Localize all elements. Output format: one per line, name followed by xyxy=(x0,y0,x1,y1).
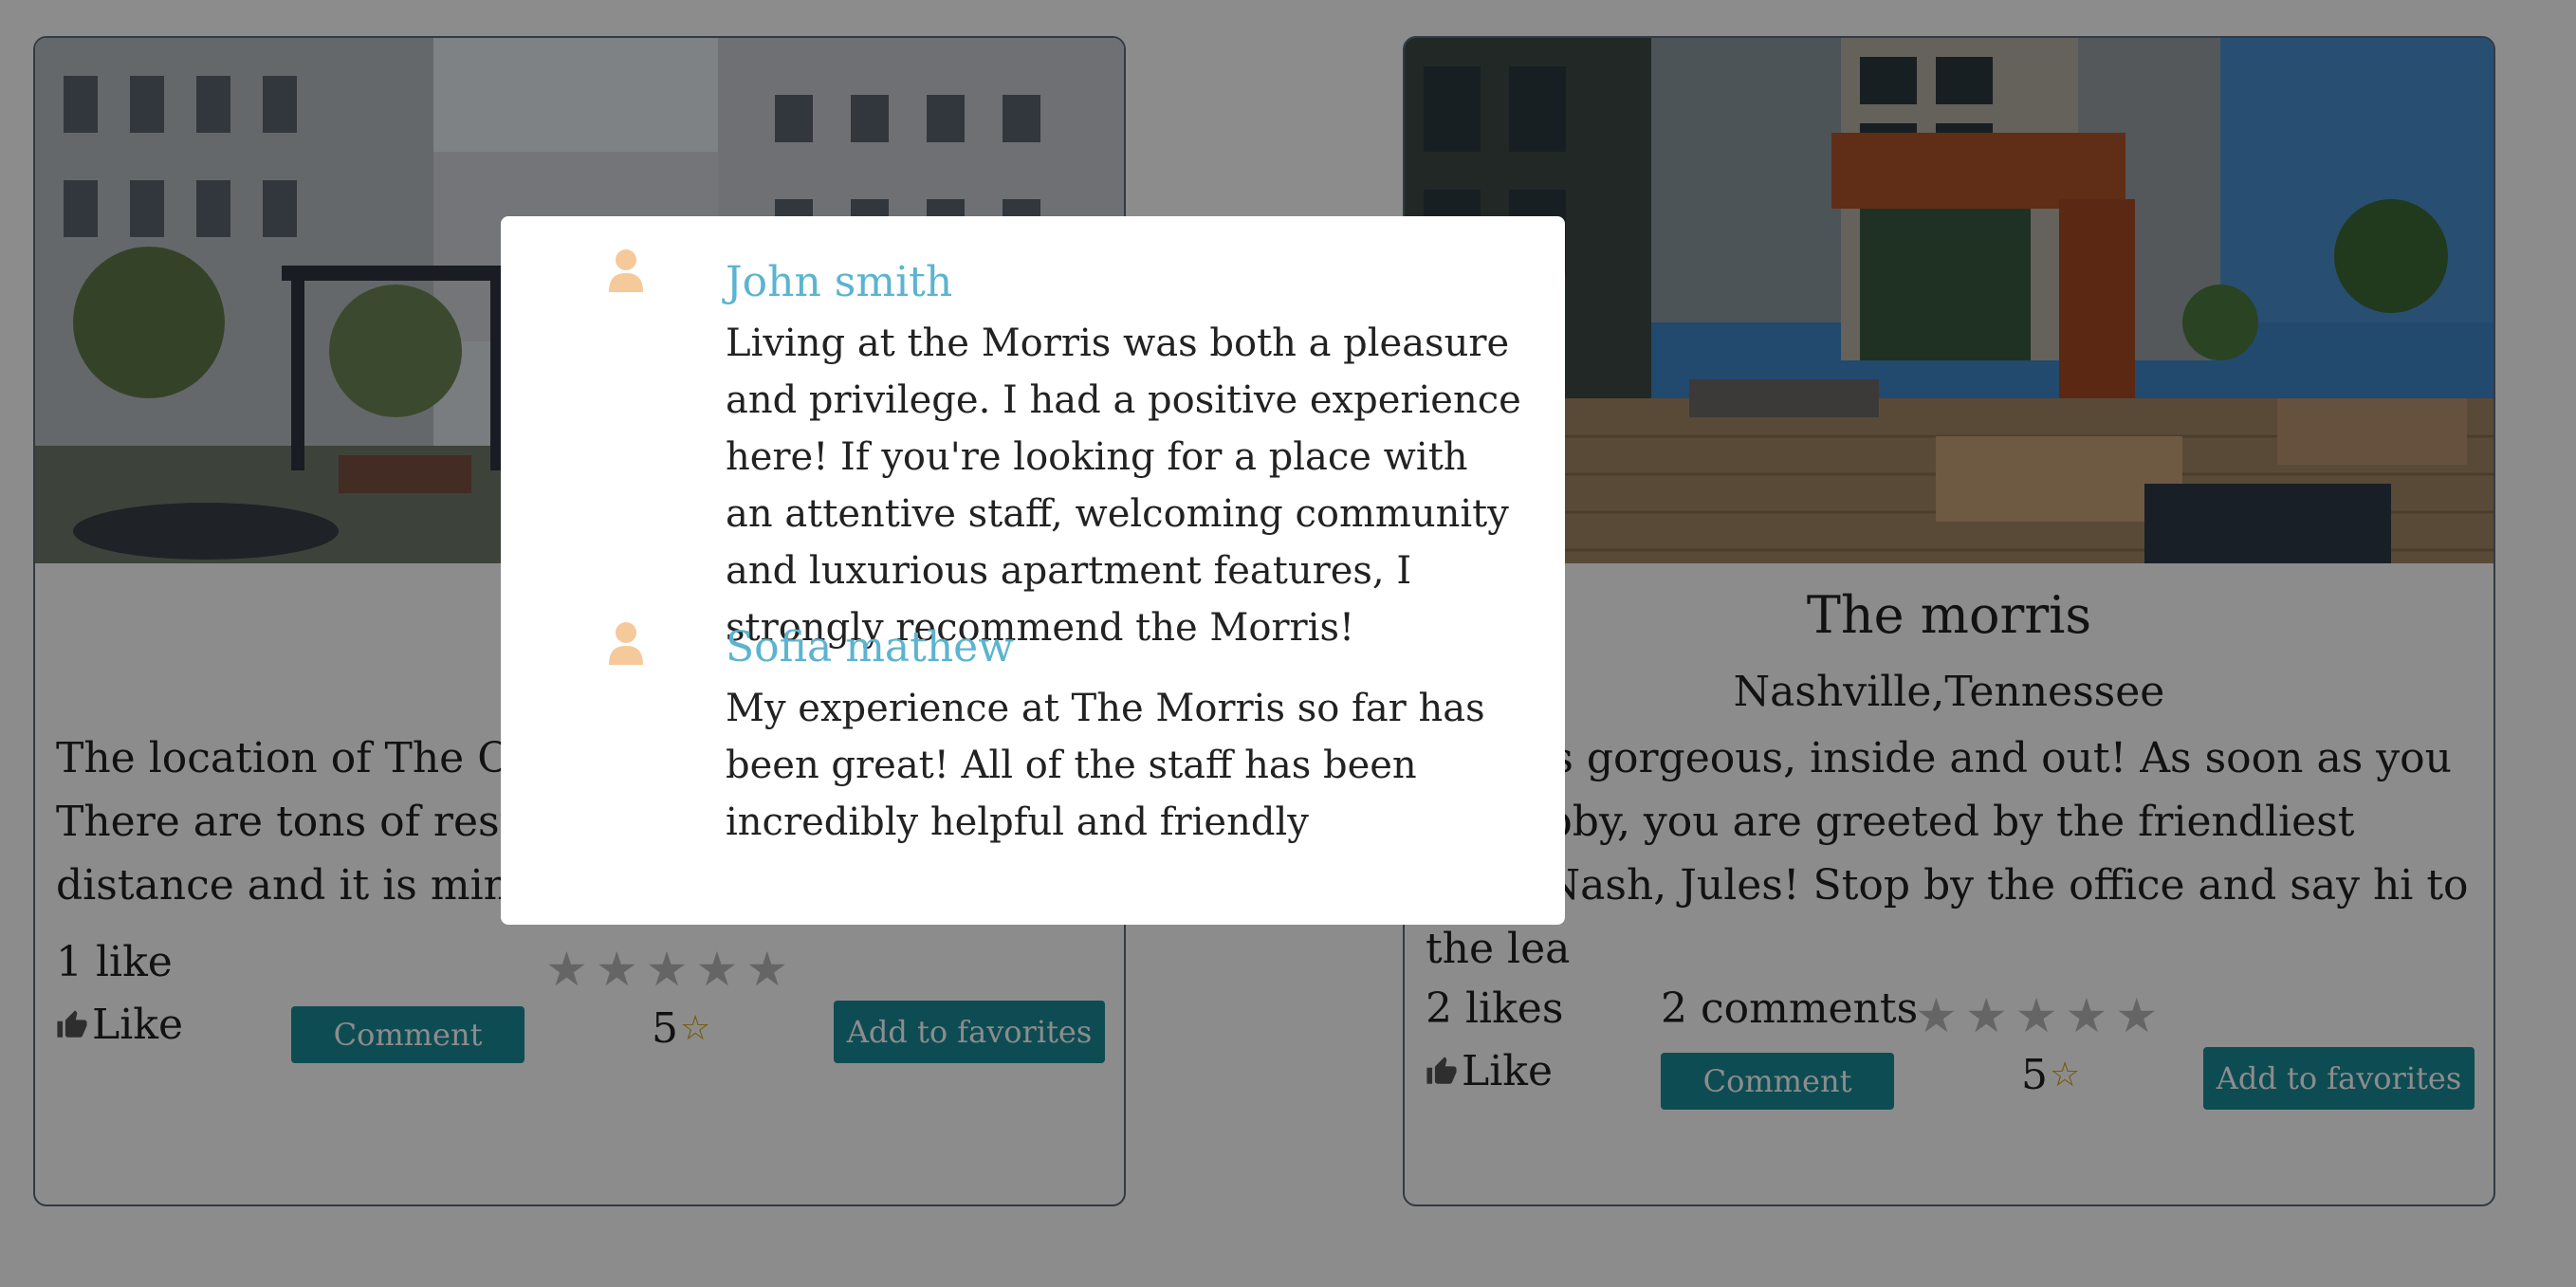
review-text: Living at the Morris was both a pleasure… xyxy=(726,322,1521,650)
page: Cle Nash The location of The Cle There a… xyxy=(0,0,2576,1287)
user-icon xyxy=(609,622,643,665)
reviews-modal: John smith Living at the Morris was both… xyxy=(501,216,1565,925)
review-text: My experience at The Morris so far has b… xyxy=(726,687,1485,844)
reviewer-name: John smith xyxy=(726,258,953,306)
user-icon xyxy=(609,249,643,292)
reviewer-name: Sofia mathew xyxy=(726,623,1014,671)
